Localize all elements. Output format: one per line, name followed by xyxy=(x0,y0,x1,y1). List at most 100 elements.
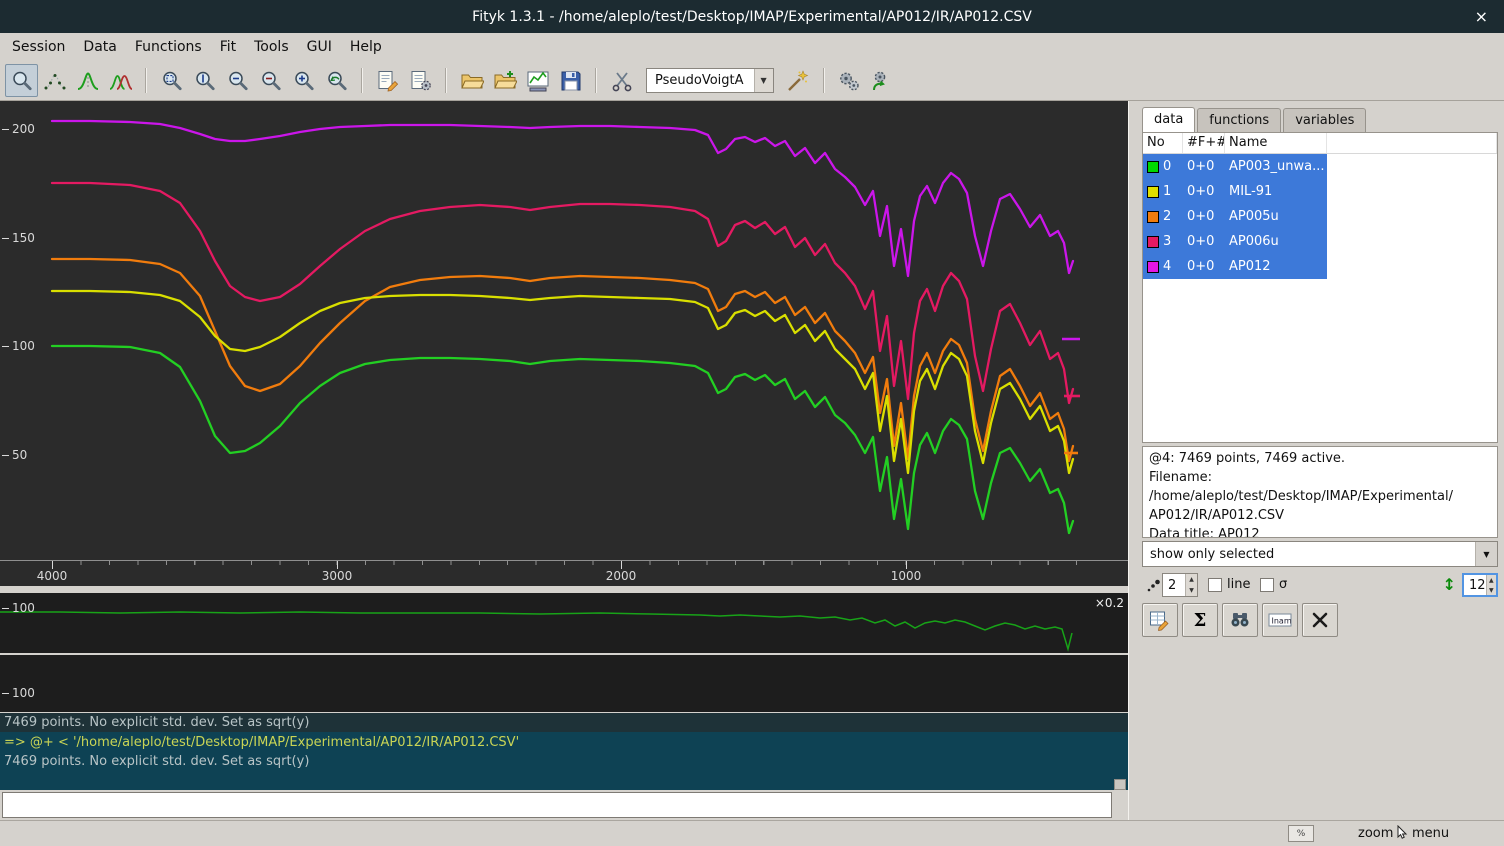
tab-functions[interactable]: functions xyxy=(1197,108,1281,133)
line-checkbox-label: line xyxy=(1227,577,1250,592)
coords-format-button[interactable]: % xyxy=(1288,825,1314,842)
spinner-arrows[interactable]: ▲▼ xyxy=(1185,574,1197,596)
menu-fit[interactable]: Fit xyxy=(211,33,245,61)
color-swatch[interactable] xyxy=(1147,211,1159,223)
chevron-down-icon[interactable]: ▼ xyxy=(754,69,773,92)
session-log-button[interactable] xyxy=(371,64,404,97)
load-data-append-button[interactable] xyxy=(488,64,521,97)
menu-functions[interactable]: Functions xyxy=(126,33,211,61)
tab-data[interactable]: data xyxy=(1142,107,1195,133)
shift-spinner[interactable]: 12 ▲▼ xyxy=(1462,573,1498,597)
menu-gui[interactable]: GUI xyxy=(298,33,341,61)
sidebar-button-row: Σ Inam xyxy=(1142,603,1338,637)
wand-icon xyxy=(786,69,810,93)
zoom-all-button[interactable] xyxy=(155,64,188,97)
zoom-out-button[interactable] xyxy=(221,64,254,97)
command-input[interactable] xyxy=(2,792,1112,818)
x-tick-mark xyxy=(337,561,338,569)
curve-AP003_unwa... xyxy=(52,346,1073,533)
spin-up-icon[interactable]: ▲ xyxy=(1186,574,1197,585)
row-name-cell: AP003_unwa... xyxy=(1225,154,1327,179)
delete-data-button[interactable] xyxy=(1302,603,1338,637)
curve-AP012 xyxy=(52,121,1073,276)
aux-plot-2[interactable]: 100 xyxy=(0,655,1128,712)
data-table-header: No#F+#Name xyxy=(1143,133,1497,154)
svg-text:Inam: Inam xyxy=(1272,617,1292,626)
chevron-down-icon[interactable]: ▼ xyxy=(1475,542,1497,566)
data-points-icon xyxy=(43,69,67,93)
sigma-checkbox-label: σ xyxy=(1279,577,1287,592)
data-row-2[interactable]: 20+0AP005u xyxy=(1143,204,1497,229)
chart-save-icon xyxy=(526,69,550,93)
filter-dropdown[interactable]: show only selected ▼ xyxy=(1142,541,1498,567)
data-table-body: 00+0AP003_unwa...10+0MIL-9120+0AP005u30+… xyxy=(1143,154,1497,279)
checkbox-box[interactable] xyxy=(1260,578,1274,592)
run-fit-button[interactable] xyxy=(833,64,866,97)
spin-up-icon[interactable]: ▲ xyxy=(1487,575,1496,585)
row-name-cell: AP006u xyxy=(1225,229,1327,254)
row-filler-cell xyxy=(1327,254,1497,279)
row-filler-cell xyxy=(1327,154,1497,179)
data-row-3[interactable]: 30+0AP006u xyxy=(1143,229,1497,254)
folder-open-icon xyxy=(460,69,484,93)
column-header: No xyxy=(1143,133,1183,153)
data-row-4[interactable]: 40+0AP012 xyxy=(1143,254,1497,279)
color-swatch[interactable] xyxy=(1147,186,1159,198)
data-transform-button[interactable] xyxy=(605,64,638,97)
menu-session[interactable]: Session xyxy=(3,33,74,61)
undo-fit-button[interactable] xyxy=(866,64,899,97)
checkbox-box[interactable] xyxy=(1208,578,1222,592)
spinner-arrows[interactable]: ▲▼ xyxy=(1486,575,1496,595)
aux-plot-1[interactable]: 100 ×0.2 xyxy=(0,593,1128,653)
inspect-data-button[interactable] xyxy=(1222,603,1258,637)
rename-data-button[interactable]: Inam xyxy=(1262,603,1298,637)
row-name-cell: AP012 xyxy=(1225,254,1327,279)
sigma-checkbox[interactable]: σ xyxy=(1260,577,1287,592)
close-button[interactable]: × xyxy=(1467,0,1496,33)
edit-script-button[interactable] xyxy=(404,64,437,97)
row-filler-cell xyxy=(1327,179,1497,204)
line-checkbox[interactable]: line xyxy=(1208,577,1250,592)
edit-data-button[interactable] xyxy=(1142,603,1178,637)
console-scrollbar-thumb[interactable] xyxy=(1114,779,1126,790)
zoom-in-button[interactable] xyxy=(287,64,320,97)
color-swatch[interactable] xyxy=(1147,161,1159,173)
menu-help[interactable]: Help xyxy=(341,33,391,61)
spin-down-icon[interactable]: ▼ xyxy=(1487,585,1496,595)
auto-add-peak-button[interactable] xyxy=(782,64,815,97)
tab-variables[interactable]: variables xyxy=(1283,108,1366,133)
activate-function-mode-button[interactable] xyxy=(104,64,137,97)
add-peak-mode-button[interactable] xyxy=(71,64,104,97)
menu-tools[interactable]: Tools xyxy=(245,33,298,61)
color-swatch[interactable] xyxy=(1147,236,1159,248)
point-size-spinner[interactable]: 2 ▲▼ xyxy=(1162,573,1198,597)
data-range-mode-button[interactable] xyxy=(38,64,71,97)
peak-type-dropdown[interactable]: PseudoVoigtA▼ xyxy=(646,68,774,93)
color-swatch[interactable] xyxy=(1147,261,1159,273)
zoom-out-horizontal-button[interactable] xyxy=(254,64,287,97)
sum-data-button[interactable]: Σ xyxy=(1182,603,1218,637)
data-row-0[interactable]: 00+0AP003_unwa... xyxy=(1143,154,1497,179)
floppy-icon xyxy=(559,69,583,93)
y-tick-label: 150 xyxy=(2,231,35,245)
menubar: SessionDataFunctionsFitToolsGUIHelp xyxy=(0,33,1504,61)
main-plot[interactable]: 200150100504000300020001000 xyxy=(0,101,1128,586)
previous-zoom-button[interactable] xyxy=(320,64,353,97)
toolbar: PseudoVoigtA▼ xyxy=(0,61,1504,101)
data-row-1[interactable]: 10+0MIL-91 xyxy=(1143,179,1497,204)
zoom-mode-button[interactable] xyxy=(5,64,38,97)
console-line: 7469 points. No explicit std. dev. Set a… xyxy=(4,752,1128,771)
row-name-cell: MIL-91 xyxy=(1225,179,1327,204)
load-data-button[interactable] xyxy=(455,64,488,97)
spin-down-icon[interactable]: ▼ xyxy=(1186,585,1197,596)
column-header: Name xyxy=(1225,133,1327,153)
menu-data[interactable]: Data xyxy=(74,33,125,61)
statusbar: % zoom menu xyxy=(0,820,1504,846)
row-no-cell: 3 xyxy=(1143,229,1183,254)
export-image-button[interactable] xyxy=(521,64,554,97)
save-session-button[interactable] xyxy=(554,64,587,97)
plot-sidebar-splitter[interactable] xyxy=(1128,101,1136,820)
shift-updown-icon[interactable]: ↕ xyxy=(1443,575,1456,594)
zoom-vertical-button[interactable] xyxy=(188,64,221,97)
y-tick-label: 200 xyxy=(2,122,35,136)
